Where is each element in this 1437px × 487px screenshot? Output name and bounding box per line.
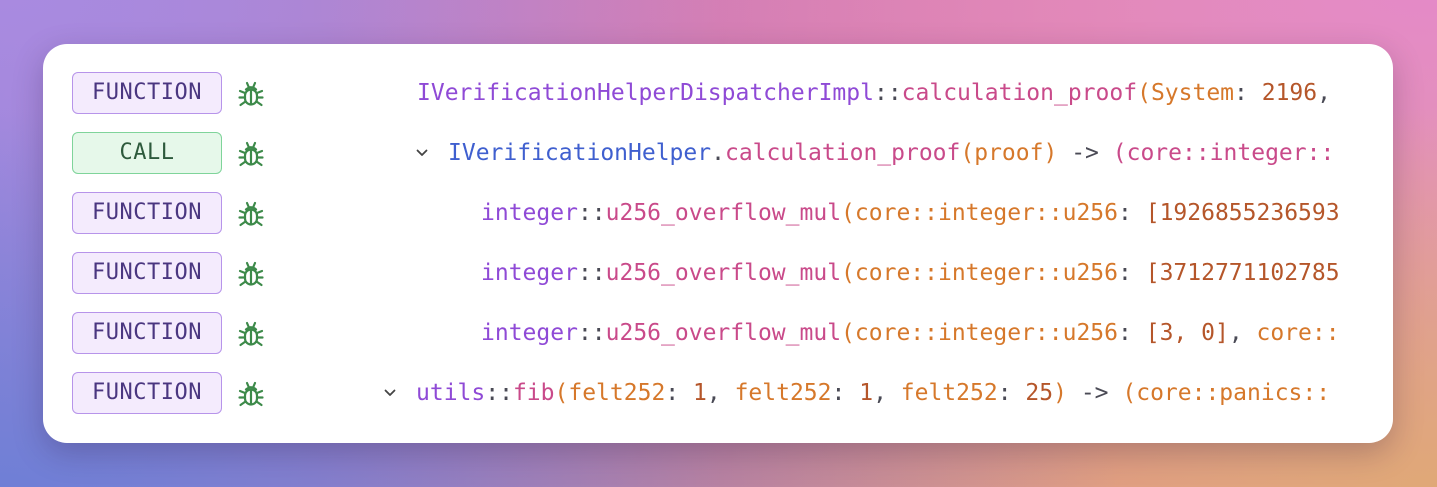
function-badge: FUNCTION [72,372,222,414]
code-token: ( [1137,80,1151,106]
code-token: ) [1053,380,1081,406]
call-badge: CALL [72,132,222,174]
code-token: felt252 [734,380,832,406]
function-badge: FUNCTION [72,192,222,234]
code-token: ( [841,260,855,286]
trace-signature: integer::u256_overflow_mul(core::integer… [481,312,1371,356]
code-token: :: [577,260,606,286]
bug-icon[interactable] [237,259,265,289]
bug-icon[interactable] [237,139,265,169]
code-token: u256_overflow_mul [605,260,842,286]
code-token: fib [512,380,555,406]
trace-row[interactable]: FUNCTION integer::u256_overflow_mul(core:… [43,312,1393,356]
trace-row[interactable]: FUNCTION utils::fib(felt252: 1, felt252: … [43,372,1393,416]
bug-icon[interactable] [237,79,265,109]
code-token: felt252 [568,380,666,406]
trace-row[interactable]: FUNCTION integer::u256_overflow_mul(core:… [43,252,1393,296]
code-token: integer [481,320,578,346]
trace-signature: utils::fib(felt252: 1, felt252: 1, felt2… [416,372,1371,416]
code-token: ( [960,140,975,166]
code-token: : [1234,80,1262,106]
function-badge: FUNCTION [72,252,222,294]
code-token: ( [1112,140,1127,166]
code-token: u256_overflow_mul [605,200,842,226]
function-badge: FUNCTION [72,72,222,114]
code-token: : [1118,320,1146,346]
code-token: [3, 0] [1145,320,1229,346]
code-token: core::integer::u256 [854,320,1119,346]
function-badge: FUNCTION [72,312,222,354]
chevron-down-icon[interactable] [415,147,429,159]
code-token: felt252 [900,380,998,406]
code-token: :: [577,320,606,346]
code-token: ( [841,320,855,346]
code-token: IVerificationHelper [448,140,712,166]
trace-row[interactable]: FUNCTION IVerificationHelperDispatcherImp… [43,72,1393,116]
code-token: 2196 [1261,80,1318,106]
code-token: utils [416,380,486,406]
trace-row[interactable]: CALL IVerificationHelper.calculation_proo… [43,132,1393,176]
trace-panel: FUNCTION IVerificationHelperDispatcherImp… [43,44,1393,443]
code-token: u256_overflow_mul [605,320,842,346]
code-token: core::panics:: [1136,380,1331,406]
code-token: ) [1043,140,1072,166]
code-token: 1 [859,380,874,406]
code-token: : [1118,200,1146,226]
code-token: , [873,380,901,406]
bug-icon[interactable] [237,379,265,409]
code-token: 25 [1025,380,1054,406]
code-token: [1926855236593 [1145,200,1340,226]
bug-icon[interactable] [237,199,265,229]
code-token: calculation_proof [901,80,1138,106]
code-token: 1 [693,380,707,406]
code-token: : [997,380,1026,406]
code-token: integer [481,200,578,226]
code-token: core::integer::u256 [854,200,1119,226]
trace-signature: IVerificationHelper.calculation_proof(pr… [448,132,1371,176]
code-token: proof [974,140,1044,166]
code-token: IVerificationHelperDispatcherImpl [417,80,874,106]
bug-icon[interactable] [237,319,265,349]
code-token: integer [481,260,578,286]
code-token: :: [485,380,513,406]
trace-row[interactable]: FUNCTION integer::u256_overflow_mul(core:… [43,192,1393,236]
code-token: [3712771102785 [1145,260,1340,286]
code-token: , [706,380,735,406]
code-token: ( [1122,380,1137,406]
code-token: . [711,140,725,166]
code-token: , [1317,80,1345,106]
code-token: : [831,380,860,406]
chevron-down-icon[interactable] [383,387,397,399]
code-token: , [1228,320,1257,346]
trace-signature: integer::u256_overflow_mul(core::integer… [481,252,1371,296]
trace-signature: IVerificationHelperDispatcherImpl::calcu… [417,72,1371,116]
code-token: calculation_proof [724,140,961,166]
code-token: -> [1080,380,1123,406]
code-token: ( [554,380,569,406]
code-token: core::integer::u256 [854,260,1119,286]
code-token: System [1150,80,1235,106]
code-token: : [1118,260,1146,286]
code-token: core::integer:: [1126,140,1335,166]
trace-signature: integer::u256_overflow_mul(core::integer… [481,192,1371,236]
code-token: :: [873,80,902,106]
code-token: -> [1071,140,1113,166]
code-token: : [665,380,693,406]
code-token: :: [577,200,606,226]
code-token: ( [841,200,855,226]
code-token: core:: [1256,320,1340,346]
